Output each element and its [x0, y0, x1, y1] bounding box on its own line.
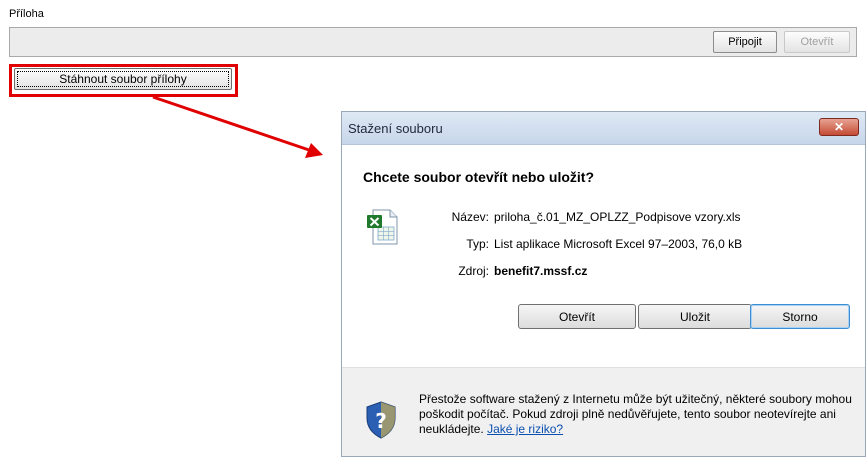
download-attachment-button[interactable]: Stáhnout soubor přílohy — [14, 68, 232, 90]
svg-text:?: ? — [375, 409, 387, 433]
open-button[interactable]: Otevřít — [518, 304, 636, 329]
dialog-warning-area: ? Přestože software stažený z Internetu … — [342, 367, 865, 456]
close-button[interactable]: ✕ — [819, 118, 859, 136]
file-source-value: benefit7.mssf.cz — [494, 264, 588, 278]
attach-button[interactable]: Připojit — [713, 31, 777, 53]
dialog-title: Stažení souboru — [348, 121, 443, 136]
open-attachment-button[interactable]: Otevřít — [784, 31, 850, 53]
risk-info-link[interactable]: Jaké je riziko? — [487, 422, 563, 436]
file-download-dialog: Stažení souboru ✕ Chcete soubor otevřít … — [341, 111, 866, 457]
file-source-label: Zdroj: — [458, 264, 489, 278]
file-name-label: Název: — [451, 210, 489, 224]
excel-file-icon — [367, 209, 398, 245]
file-name-value: priloha_č.01_MZ_OPLZZ_Podpisove vzory.xl… — [494, 210, 741, 224]
file-type-label: Typ: — [466, 237, 489, 251]
dialog-titlebar[interactable]: Stažení souboru ✕ — [342, 112, 865, 145]
shield-icon: ? — [366, 401, 396, 439]
dialog-body: Chcete soubor otevřít nebo uložit? Název… — [342, 145, 865, 367]
file-type-value: List aplikace Microsoft Excel 97–2003, 7… — [494, 237, 743, 251]
close-icon: ✕ — [833, 120, 845, 134]
save-button[interactable]: Uložit — [638, 304, 752, 329]
attachment-field-label: Příloha — [9, 8, 44, 20]
cancel-button[interactable]: Storno — [750, 304, 850, 329]
dialog-question: Chcete soubor otevřít nebo uložit? — [363, 169, 595, 185]
security-warning-text: Přestože software stažený z Internetu mů… — [419, 392, 852, 436]
security-warning: Přestože software stažený z Internetu mů… — [419, 392, 854, 437]
